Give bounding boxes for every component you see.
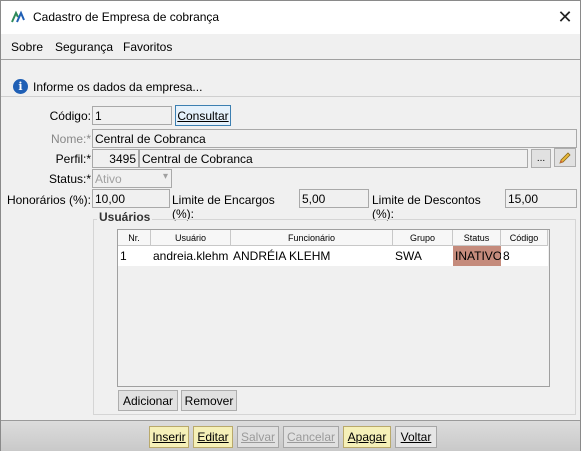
col-status[interactable]: Status (453, 230, 501, 246)
menu-bar: Sobre Segurança Favoritos (1, 36, 580, 58)
perfil-name-field[interactable]: Central de Cobranca (139, 149, 528, 168)
table-row[interactable]: 1 andreia.klehm ANDRÉIA KLEHM SWA INATIV… (118, 246, 548, 266)
menu-sobre[interactable]: Sobre (11, 40, 43, 54)
adicionar-button[interactable]: Adicionar (118, 390, 178, 411)
limite-encargos-label: Limite de Encargos (%): (172, 193, 275, 221)
main-window: Cadastro de Empresa de cobrança ✕ Sobre … (0, 0, 581, 451)
menu-favoritos[interactable]: Favoritos (123, 40, 172, 54)
cancelar-label: Cancelar (286, 430, 336, 444)
cell-usuario: andreia.klehm (153, 249, 229, 263)
pencil-icon (559, 151, 571, 164)
col-grupo[interactable]: Grupo (393, 230, 453, 246)
chevron-down-icon: ▾ (162, 171, 168, 182)
status-label: Status:* (48, 172, 91, 186)
title-bar: Cadastro de Empresa de cobrança ✕ (1, 1, 580, 34)
window-title: Cadastro de Empresa de cobrança (33, 10, 220, 24)
limite-descontos-field[interactable]: 15,00 (505, 189, 577, 208)
cell-funcionario: ANDRÉIA KLEHM (233, 249, 331, 263)
info-icon: i (13, 79, 28, 94)
col-usuario[interactable]: Usuário (151, 230, 231, 246)
nome-label: Nome:* (50, 132, 91, 146)
ellipsis-label: ... (536, 153, 546, 164)
inserir-label: Inserir (152, 430, 186, 444)
apagar-label: Apagar (347, 430, 387, 444)
honorarios-label: Honorários (%): (6, 193, 91, 207)
info-banner: i Informe os dados da empresa... (5, 77, 578, 97)
perfil-label: Perfil:* (55, 152, 91, 166)
apagar-button[interactable]: Apagar (343, 426, 391, 448)
col-nr[interactable]: Nr. (118, 230, 151, 246)
perfil-edit-button[interactable] (554, 148, 576, 167)
app-logo-icon (11, 10, 25, 23)
inserir-button[interactable]: Inserir (149, 426, 189, 448)
cell-status: INATIVO (453, 246, 501, 266)
salvar-label: Salvar (240, 430, 275, 444)
cancelar-button[interactable]: Cancelar (283, 426, 339, 448)
voltar-button[interactable]: Voltar (395, 426, 437, 448)
perfil-code-field[interactable]: 3495 (92, 149, 139, 168)
status-select[interactable]: Ativo ▾ (92, 169, 172, 188)
usuarios-table[interactable]: Nr. Usuário Funcionário Grupo Status Cód… (117, 229, 550, 387)
codigo-field[interactable]: 1 (92, 106, 172, 125)
limite-encargos-field[interactable]: 5,00 (299, 189, 369, 208)
remover-label: Remover (184, 393, 234, 408)
close-button[interactable]: ✕ (551, 3, 579, 31)
voltar-label: Voltar (400, 430, 432, 444)
consultar-button[interactable]: Consultar (175, 105, 231, 126)
editar-button[interactable]: Editar (193, 426, 233, 448)
col-funcionario[interactable]: Funcionário (231, 230, 393, 246)
menu-seguranca[interactable]: Segurança (55, 40, 113, 54)
usuarios-title: Usuários (97, 210, 153, 224)
table-header: Nr. Usuário Funcionário Grupo Status Cód… (118, 230, 548, 246)
info-text: Informe os dados da empresa... (33, 80, 203, 94)
form-content: i Informe os dados da empresa... Código:… (1, 60, 580, 420)
adicionar-label: Adicionar (122, 393, 174, 408)
footer-toolbar: Inserir Editar Salvar Cancelar Apagar Vo… (1, 421, 580, 451)
remover-button[interactable]: Remover (181, 390, 237, 411)
salvar-button[interactable]: Salvar (237, 426, 279, 448)
cell-nr: 1 (120, 249, 127, 263)
col-codigo[interactable]: Código (501, 230, 548, 246)
nome-field[interactable]: Central de Cobranca (92, 129, 577, 148)
consultar-label: Consultar (177, 108, 229, 123)
status-value: Ativo (95, 172, 122, 186)
close-icon: ✕ (557, 6, 573, 27)
editar-label: Editar (197, 430, 229, 444)
honorarios-field[interactable]: 10,00 (92, 189, 170, 208)
cell-grupo: SWA (395, 249, 422, 263)
info-divider (1, 96, 580, 97)
cell-codigo: 8 (503, 249, 510, 263)
codigo-label: Código: (49, 109, 91, 123)
perfil-lookup-button[interactable]: ... (531, 149, 551, 168)
limite-descontos-label: Limite de Descontos (%): (372, 193, 481, 221)
